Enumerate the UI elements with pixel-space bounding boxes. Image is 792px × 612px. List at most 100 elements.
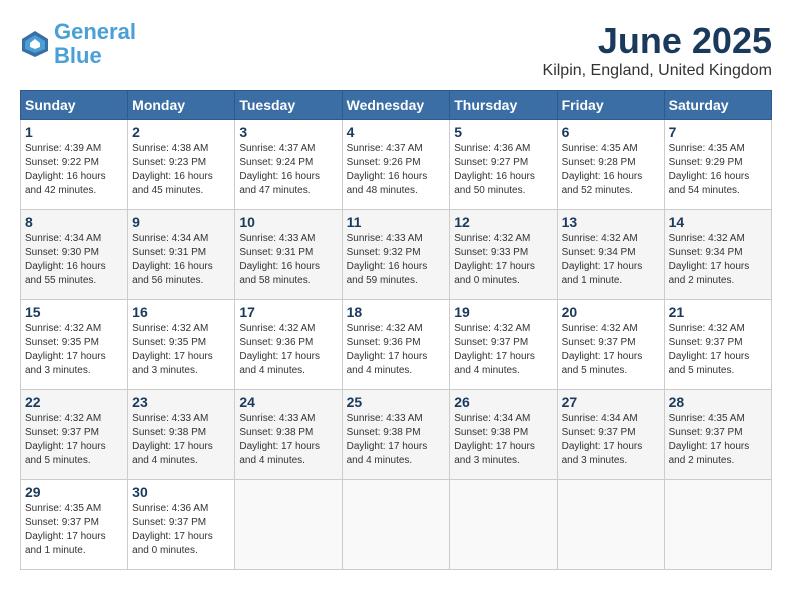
weekday-monday: Monday: [128, 91, 235, 120]
logo-line1: General: [54, 19, 136, 44]
calendar-body: 1Sunrise: 4:39 AMSunset: 9:22 PMDaylight…: [21, 120, 772, 570]
day-number: 2: [132, 124, 230, 140]
logo-line2: Blue: [54, 43, 102, 68]
calendar-cell: 20Sunrise: 4:32 AMSunset: 9:37 PMDayligh…: [557, 300, 664, 390]
calendar-cell: [342, 480, 450, 570]
day-number: 30: [132, 484, 230, 500]
week-row-3: 15 Sunrise: 4:32 AMSunset: 9:35 PMDayligh…: [21, 300, 772, 390]
calendar-cell: 11 Sunrise: 4:33 AMSunset: 9:32 PMDayligh…: [342, 210, 450, 300]
day-number: 4: [347, 124, 446, 140]
calendar-cell: 9Sunrise: 4:34 AMSunset: 9:31 PMDaylight…: [128, 210, 235, 300]
calendar-cell: 22 Sunrise: 4:32 AMSunset: 9:37 PMDayligh…: [21, 390, 128, 480]
day-number: 20: [562, 304, 660, 320]
day-info: Sunrise: 4:32 AMSunset: 9:34 PMDaylight:…: [669, 232, 767, 288]
day-number: 8: [25, 214, 123, 230]
calendar-cell: 10 Sunrise: 4:33 AMSunset: 9:31 PMDayligh…: [235, 210, 342, 300]
week-row-4: 22 Sunrise: 4:32 AMSunset: 9:37 PMDayligh…: [21, 390, 772, 480]
day-info: Sunrise: 4:39 AMSunset: 9:22 PMDaylight:…: [25, 142, 123, 198]
calendar-cell: 14 Sunrise: 4:32 AMSunset: 9:34 PMDayligh…: [664, 210, 771, 300]
day-info: Sunrise: 4:33 AMSunset: 9:31 PMDaylight:…: [239, 232, 337, 288]
day-info: Sunrise: 4:33 AMSunset: 9:38 PMDaylight:…: [239, 412, 337, 468]
calendar-cell: 23Sunrise: 4:33 AMSunset: 9:38 PMDayligh…: [128, 390, 235, 480]
day-info: Sunrise: 4:32 AMSunset: 9:34 PMDaylight:…: [562, 232, 660, 288]
day-number: 25: [347, 394, 446, 410]
calendar-cell: 4 Sunrise: 4:37 AMSunset: 9:26 PMDaylight…: [342, 120, 450, 210]
day-info: Sunrise: 4:38 AMSunset: 9:23 PMDaylight:…: [132, 142, 230, 198]
day-number: 5: [454, 124, 552, 140]
calendar-cell: 24 Sunrise: 4:33 AMSunset: 9:38 PMDayligh…: [235, 390, 342, 480]
calendar-cell: 19 Sunrise: 4:32 AMSunset: 9:37 PMDayligh…: [450, 300, 557, 390]
day-info: Sunrise: 4:32 AMSunset: 9:35 PMDaylight:…: [25, 322, 123, 378]
calendar-cell: 13 Sunrise: 4:32 AMSunset: 9:34 PMDayligh…: [557, 210, 664, 300]
day-info: Sunrise: 4:32 AMSunset: 9:36 PMDaylight:…: [239, 322, 337, 378]
calendar-cell: 7 Sunrise: 4:35 AMSunset: 9:29 PMDaylight…: [664, 120, 771, 210]
day-info: Sunrise: 4:33 AMSunset: 9:32 PMDaylight:…: [347, 232, 446, 288]
calendar-cell: 25 Sunrise: 4:33 AMSunset: 9:38 PMDayligh…: [342, 390, 450, 480]
day-info: Sunrise: 4:32 AMSunset: 9:37 PMDaylight:…: [454, 322, 552, 378]
calendar-cell: 6 Sunrise: 4:35 AMSunset: 9:28 PMDaylight…: [557, 120, 664, 210]
day-number: 11: [347, 214, 446, 230]
day-number: 19: [454, 304, 552, 320]
calendar-cell: [450, 480, 557, 570]
day-info: Sunrise: 4:32 AMSunset: 9:35 PMDaylight:…: [132, 322, 230, 378]
calendar-cell: 28 Sunrise: 4:35 AMSunset: 9:37 PMDayligh…: [664, 390, 771, 480]
day-info: Sunrise: 4:34 AMSunset: 9:38 PMDaylight:…: [454, 412, 552, 468]
day-info: Sunrise: 4:35 AMSunset: 9:29 PMDaylight:…: [669, 142, 767, 198]
calendar-cell: 26 Sunrise: 4:34 AMSunset: 9:38 PMDayligh…: [450, 390, 557, 480]
day-number: 15: [25, 304, 123, 320]
title-block: June 2025 Kilpin, England, United Kingdo…: [543, 20, 772, 80]
day-number: 24: [239, 394, 337, 410]
day-number: 22: [25, 394, 123, 410]
day-number: 13: [562, 214, 660, 230]
day-number: 27: [562, 394, 660, 410]
day-info: Sunrise: 4:34 AMSunset: 9:37 PMDaylight:…: [562, 412, 660, 468]
day-number: 16: [132, 304, 230, 320]
weekday-tuesday: Tuesday: [235, 91, 342, 120]
calendar-cell: [557, 480, 664, 570]
calendar-cell: 18Sunrise: 4:32 AMSunset: 9:36 PMDayligh…: [342, 300, 450, 390]
day-number: 21: [669, 304, 767, 320]
day-info: Sunrise: 4:32 AMSunset: 9:33 PMDaylight:…: [454, 232, 552, 288]
week-row-2: 8 Sunrise: 4:34 AMSunset: 9:30 PMDaylight…: [21, 210, 772, 300]
weekday-header-row: SundayMondayTuesdayWednesdayThursdayFrid…: [21, 91, 772, 120]
day-info: Sunrise: 4:35 AMSunset: 9:37 PMDaylight:…: [669, 412, 767, 468]
calendar-cell: 1Sunrise: 4:39 AMSunset: 9:22 PMDaylight…: [21, 120, 128, 210]
day-info: Sunrise: 4:37 AMSunset: 9:24 PMDaylight:…: [239, 142, 337, 198]
calendar-cell: 15 Sunrise: 4:32 AMSunset: 9:35 PMDayligh…: [21, 300, 128, 390]
day-number: 29: [25, 484, 123, 500]
calendar-cell: 21Sunrise: 4:32 AMSunset: 9:37 PMDayligh…: [664, 300, 771, 390]
week-row-1: 1Sunrise: 4:39 AMSunset: 9:22 PMDaylight…: [21, 120, 772, 210]
calendar-cell: 16 Sunrise: 4:32 AMSunset: 9:35 PMDayligh…: [128, 300, 235, 390]
day-number: 23: [132, 394, 230, 410]
day-info: Sunrise: 4:34 AMSunset: 9:30 PMDaylight:…: [25, 232, 123, 288]
day-number: 9: [132, 214, 230, 230]
day-number: 28: [669, 394, 767, 410]
day-number: 14: [669, 214, 767, 230]
weekday-wednesday: Wednesday: [342, 91, 450, 120]
day-number: 18: [347, 304, 446, 320]
logo: General Blue: [20, 20, 136, 68]
day-info: Sunrise: 4:36 AMSunset: 9:27 PMDaylight:…: [454, 142, 552, 198]
day-number: 6: [562, 124, 660, 140]
week-row-5: 29 Sunrise: 4:35 AMSunset: 9:37 PMDayligh…: [21, 480, 772, 570]
calendar-cell: 8 Sunrise: 4:34 AMSunset: 9:30 PMDaylight…: [21, 210, 128, 300]
calendar-cell: 3Sunrise: 4:37 AMSunset: 9:24 PMDaylight…: [235, 120, 342, 210]
calendar-cell: [235, 480, 342, 570]
page-header: General Blue June 2025 Kilpin, England, …: [20, 20, 772, 80]
calendar-cell: 5 Sunrise: 4:36 AMSunset: 9:27 PMDaylight…: [450, 120, 557, 210]
day-info: Sunrise: 4:32 AMSunset: 9:37 PMDaylight:…: [25, 412, 123, 468]
logo-text: General Blue: [54, 20, 136, 68]
calendar-cell: 27 Sunrise: 4:34 AMSunset: 9:37 PMDayligh…: [557, 390, 664, 480]
day-number: 12: [454, 214, 552, 230]
calendar-cell: 29 Sunrise: 4:35 AMSunset: 9:37 PMDayligh…: [21, 480, 128, 570]
day-number: 10: [239, 214, 337, 230]
day-number: 26: [454, 394, 552, 410]
month-title: June 2025: [543, 20, 772, 62]
day-info: Sunrise: 4:37 AMSunset: 9:26 PMDaylight:…: [347, 142, 446, 198]
day-info: Sunrise: 4:35 AMSunset: 9:37 PMDaylight:…: [25, 502, 123, 558]
day-number: 7: [669, 124, 767, 140]
day-info: Sunrise: 4:35 AMSunset: 9:28 PMDaylight:…: [562, 142, 660, 198]
day-number: 17: [239, 304, 337, 320]
logo-icon: [20, 29, 50, 59]
day-info: Sunrise: 4:33 AMSunset: 9:38 PMDaylight:…: [347, 412, 446, 468]
